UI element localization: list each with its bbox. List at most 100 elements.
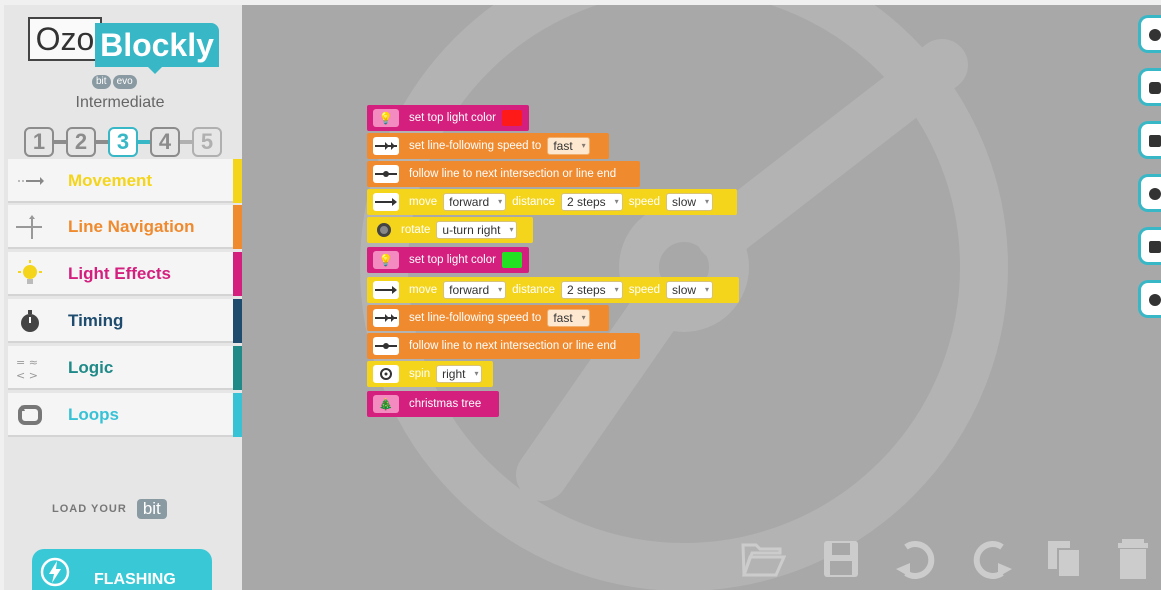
line-follow-icon (373, 165, 399, 183)
logo-blockly: Blockly (95, 23, 219, 67)
block-text: set top light color (409, 254, 496, 266)
speed-dropdown[interactable]: fast (547, 309, 590, 327)
block-text: follow line to next intersection or line… (409, 168, 617, 180)
block-line-following-speed[interactable]: set line-following speed to fast (367, 305, 609, 331)
category-line-navigation[interactable]: Line Navigation (8, 205, 242, 249)
svg-text:< >: < > (16, 369, 38, 382)
light-bulb-icon: 💡 (373, 109, 399, 127)
line-follow-icon (373, 337, 399, 355)
level-3-button[interactable]: 3 (108, 127, 138, 157)
rotate-icon (375, 221, 393, 239)
redo-icon[interactable] (968, 535, 1014, 581)
settings-button[interactable] (1138, 280, 1161, 318)
distance-dropdown[interactable]: 2 steps (560, 281, 623, 299)
rotation-dropdown[interactable]: u-turn right (436, 221, 518, 239)
line-follow-speed-icon (373, 137, 399, 155)
line-follow-speed-icon (373, 309, 399, 327)
color-swatch-red[interactable] (501, 110, 522, 126)
open-folder-icon[interactable] (740, 535, 786, 581)
christmas-tree-icon: 🎄 (373, 395, 399, 413)
loop-icon (18, 405, 42, 425)
speed-dropdown[interactable]: fast (547, 137, 590, 155)
flashing-label: FLASHING (94, 571, 176, 588)
block-christmas-tree[interactable]: 🎄 christmas tree (367, 391, 499, 417)
block-text: set line-following speed to (409, 140, 542, 152)
ozo-icon (1149, 29, 1161, 41)
globe-icon (1149, 188, 1161, 200)
distance-dropdown[interactable]: 2 steps (560, 193, 623, 211)
window-icon (1149, 135, 1161, 147)
level-1-button[interactable]: 1 (24, 127, 54, 157)
movement-arrow-icon (18, 177, 44, 185)
globe-button[interactable] (1138, 174, 1161, 212)
level-2-button[interactable]: 2 (66, 127, 96, 157)
block-spin[interactable]: spin right (367, 361, 493, 387)
category-light-effects[interactable]: Light Effects (8, 252, 242, 296)
move-arrow-icon (373, 193, 399, 211)
robot-model-badge[interactable]: bit evo (92, 75, 137, 91)
load-your-bit[interactable]: LOAD YOUR bit (52, 499, 167, 519)
category-loops[interactable]: Loops (8, 393, 242, 437)
robot-icon (1149, 82, 1161, 94)
block-text: follow line to next intersection or line… (409, 340, 617, 352)
block-set-top-light[interactable]: 💡 set top light color (367, 247, 529, 273)
settings-icon (1149, 294, 1161, 306)
duplicate-icon[interactable] (1042, 535, 1088, 581)
direction-dropdown[interactable]: forward (443, 193, 507, 211)
save-file-button[interactable] (1138, 227, 1161, 265)
undo-icon[interactable] (894, 535, 940, 581)
lightning-icon (40, 557, 70, 587)
window-button[interactable] (1138, 121, 1161, 159)
flashing-button[interactable]: FLASHING (32, 549, 212, 590)
category-logic[interactable]: = ≈ < > Logic (8, 346, 242, 390)
block-text: speed (628, 196, 661, 208)
category-label: Movement (68, 171, 153, 190)
block-text: rotate (401, 224, 431, 236)
sidebar: Ozo Blockly bit evo Intermediate 1 2 3 4… (4, 5, 242, 590)
light-bulb-icon (18, 260, 42, 284)
evo-badge: evo (112, 75, 137, 89)
block-follow-line[interactable]: follow line to next intersection or line… (367, 333, 640, 359)
logic-icon: = ≈< > (16, 356, 38, 382)
bit-chip: bit (136, 499, 167, 519)
block-move[interactable]: move forward distance 2 steps speed slow (367, 277, 739, 303)
robot-button[interactable] (1138, 68, 1161, 106)
stopwatch-icon (21, 310, 39, 332)
block-follow-line[interactable]: follow line to next intersection or line… (367, 161, 640, 187)
ozoblockly-app: Ozo Blockly bit evo Intermediate 1 2 3 4… (0, 0, 1161, 590)
trash-icon[interactable] (1110, 535, 1156, 581)
speed-dropdown[interactable]: slow (666, 281, 714, 299)
save-file-icon (1149, 241, 1161, 253)
block-text: set top light color (409, 112, 496, 124)
category-timing[interactable]: Timing (8, 299, 242, 343)
move-arrow-icon (373, 281, 399, 299)
light-bulb-icon: 💡 (373, 251, 399, 269)
level-selector: 1 2 3 4 5 (24, 127, 228, 159)
block-text: spin (409, 368, 431, 380)
category-label: Line Navigation (68, 217, 195, 236)
level-5-button[interactable]: 5 (192, 127, 222, 157)
save-icon[interactable] (818, 535, 864, 581)
level-name: Intermediate (75, 94, 165, 111)
block-text: move (409, 196, 438, 208)
spin-direction-dropdown[interactable]: right (436, 365, 483, 383)
block-move[interactable]: move forward distance 2 steps speed slow (367, 189, 737, 215)
block-text: speed (628, 284, 661, 296)
level-4-button[interactable]: 4 (150, 127, 180, 157)
block-rotate[interactable]: rotate u-turn right (367, 217, 533, 243)
category-label: Light Effects (68, 264, 171, 283)
category-movement[interactable]: Movement (8, 159, 242, 203)
block-text: set line-following speed to (409, 312, 542, 324)
block-set-top-light[interactable]: 💡 set top light color (367, 105, 529, 131)
color-swatch-green[interactable] (501, 252, 522, 268)
ozoblockly-logo: Ozo Blockly (28, 17, 222, 74)
bit-badge: bit (92, 75, 111, 89)
block-text: distance (512, 196, 555, 208)
speed-dropdown[interactable]: slow (666, 193, 714, 211)
category-label: Logic (68, 358, 114, 377)
blockly-workspace[interactable]: 💡 set top light color set line-following… (242, 5, 1161, 590)
direction-dropdown[interactable]: forward (443, 281, 507, 299)
ozo-button[interactable] (1138, 15, 1161, 53)
logo-ozo: Ozo (28, 17, 102, 61)
block-line-following-speed[interactable]: set line-following speed to fast (367, 133, 609, 159)
